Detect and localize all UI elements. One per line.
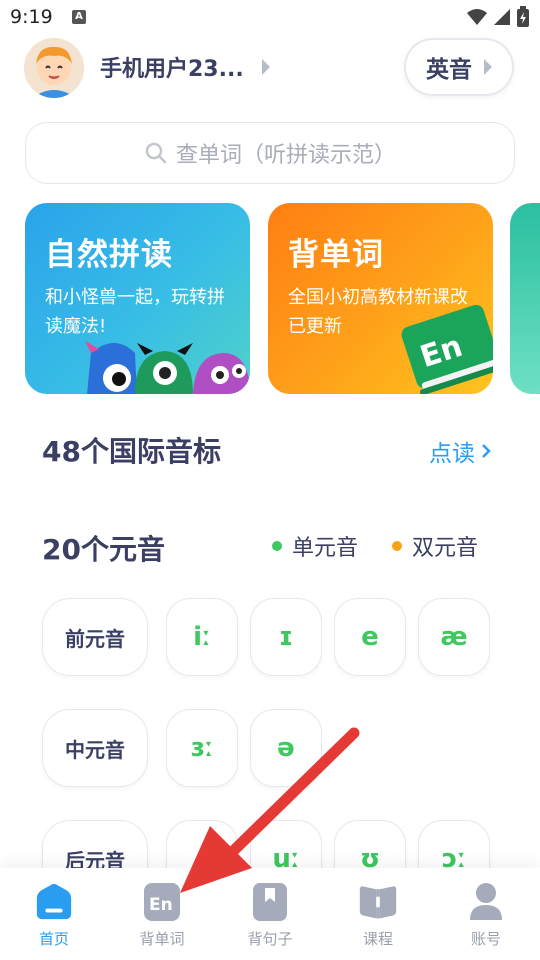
search-placeholder: 查单词（听拼读示范） [175, 143, 396, 168]
en-book-icon: En [142, 882, 182, 922]
point-read-link[interactable]: 点读 [429, 434, 491, 468]
user-avatar[interactable] [24, 38, 84, 98]
account-icon [466, 882, 506, 922]
phoneme-button[interactable]: ə [250, 709, 322, 787]
chevron-right-icon [482, 444, 491, 458]
legend-label: 单元音 [292, 536, 359, 561]
status-time: 9:19 [10, 6, 53, 28]
nav-vocabulary-label: 背单词 [139, 930, 185, 948]
en-icon-text: En [149, 895, 173, 915]
phoneme-button[interactable]: iː [166, 598, 238, 676]
home-icon [34, 882, 74, 922]
phonics-card[interactable]: 自然拼读 和小怪兽一起，玩转拼读魔法! [25, 203, 250, 394]
phoneme-button[interactable]: e [334, 598, 406, 676]
avatar-boy-icon [24, 38, 84, 98]
front-vowel-row-label: 前元音 [42, 598, 148, 676]
notification-a-icon: A [72, 10, 86, 24]
signal-icon [494, 9, 510, 25]
vocabulary-card[interactable]: 背单词 全国小初高教材新课改已更新 En [268, 203, 493, 394]
bookmark-icon [250, 882, 290, 922]
nav-sentences[interactable]: 背句子 [216, 868, 324, 960]
vowel-section-title: 20个元音 [42, 533, 165, 566]
phoneme-button[interactable]: ɪ [250, 598, 322, 676]
en-book-illustration: En [401, 304, 493, 394]
monsters-illustration [85, 341, 250, 394]
phoneme-button[interactable]: æ [418, 598, 490, 676]
wifi-icon [467, 9, 487, 25]
legend-monophthong: 单元音 [272, 530, 358, 562]
next-card-peek[interactable] [510, 203, 540, 394]
accent-switch-button[interactable]: 英音 [404, 38, 514, 96]
nav-courses[interactable]: 课程 [324, 868, 432, 960]
bottom-navigation: 首页 En 背单词 背句子 课程 账号 [0, 868, 540, 960]
open-book-icon [358, 882, 398, 922]
search-input[interactable]: 查单词（听拼读示范） [25, 122, 515, 184]
green-dot-icon [272, 541, 282, 551]
chevron-right-icon [484, 59, 492, 75]
ipa-section-title: 48个国际音标 [42, 435, 221, 468]
nav-sentences-label: 背句子 [247, 930, 293, 948]
nav-account-label: 账号 [470, 930, 501, 948]
nav-account[interactable]: 账号 [432, 868, 540, 960]
nav-home[interactable]: 首页 [0, 868, 108, 960]
status-icons [466, 6, 530, 28]
nav-vocabulary[interactable]: En 背单词 [108, 868, 216, 960]
battery-icon [517, 6, 529, 27]
accent-label: 英音 [426, 57, 472, 83]
search-icon [145, 142, 167, 164]
chevron-right-icon[interactable] [262, 59, 270, 75]
phoneme-button[interactable]: ɜː [166, 709, 238, 787]
legend-label: 双元音 [412, 536, 479, 561]
username-label[interactable]: 手机用户23... [100, 51, 244, 83]
nav-home-label: 首页 [38, 930, 69, 948]
status-bar: 9:19 A [0, 0, 540, 36]
nav-courses-label: 课程 [362, 930, 393, 948]
legend-diphthong: 双元音 [392, 530, 478, 562]
orange-dot-icon [392, 541, 402, 551]
central-vowel-row-label: 中元音 [42, 709, 148, 787]
point-read-label: 点读 [429, 441, 475, 467]
